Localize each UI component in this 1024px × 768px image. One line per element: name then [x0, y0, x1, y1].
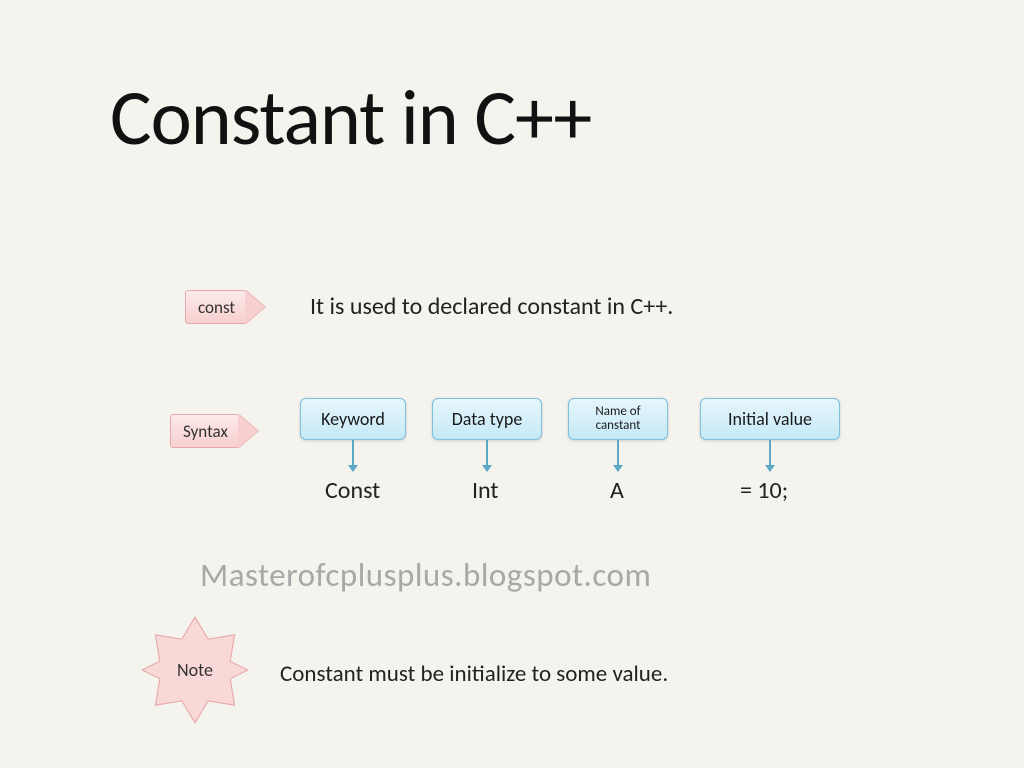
arrow-right-icon	[238, 414, 258, 448]
syntax-arrow-tag: Syntax	[170, 414, 258, 448]
arrow-down-icon	[769, 440, 771, 466]
arrow-down-icon	[352, 440, 354, 466]
syntax-tag-label: Syntax	[170, 414, 238, 448]
code-keyword: Const	[325, 476, 380, 505]
code-name: A	[610, 476, 624, 505]
watermark: Masterofcplusplus.blogspot.com	[200, 555, 651, 595]
box-nameof: Name of canstant	[568, 398, 668, 440]
arrow-down-icon	[617, 440, 619, 466]
note-description: Constant must be initialize to some valu…	[280, 660, 668, 688]
note-tag-label: Note	[177, 659, 213, 681]
const-arrow-tag: const	[185, 290, 265, 324]
code-assign: = 10;	[740, 476, 788, 505]
code-datatype: Int	[472, 476, 498, 505]
box-keyword: Keyword	[300, 398, 406, 440]
box-initial: Initial value	[700, 398, 840, 440]
note-starburst: Note	[140, 615, 250, 725]
const-description: It is used to declared constant in C++.	[310, 292, 673, 321]
arrow-down-icon	[486, 440, 488, 466]
page-title: Constant in C++	[110, 70, 591, 165]
box-datatype: Data type	[432, 398, 542, 440]
arrow-right-icon	[245, 290, 265, 324]
const-tag-label: const	[185, 290, 245, 324]
